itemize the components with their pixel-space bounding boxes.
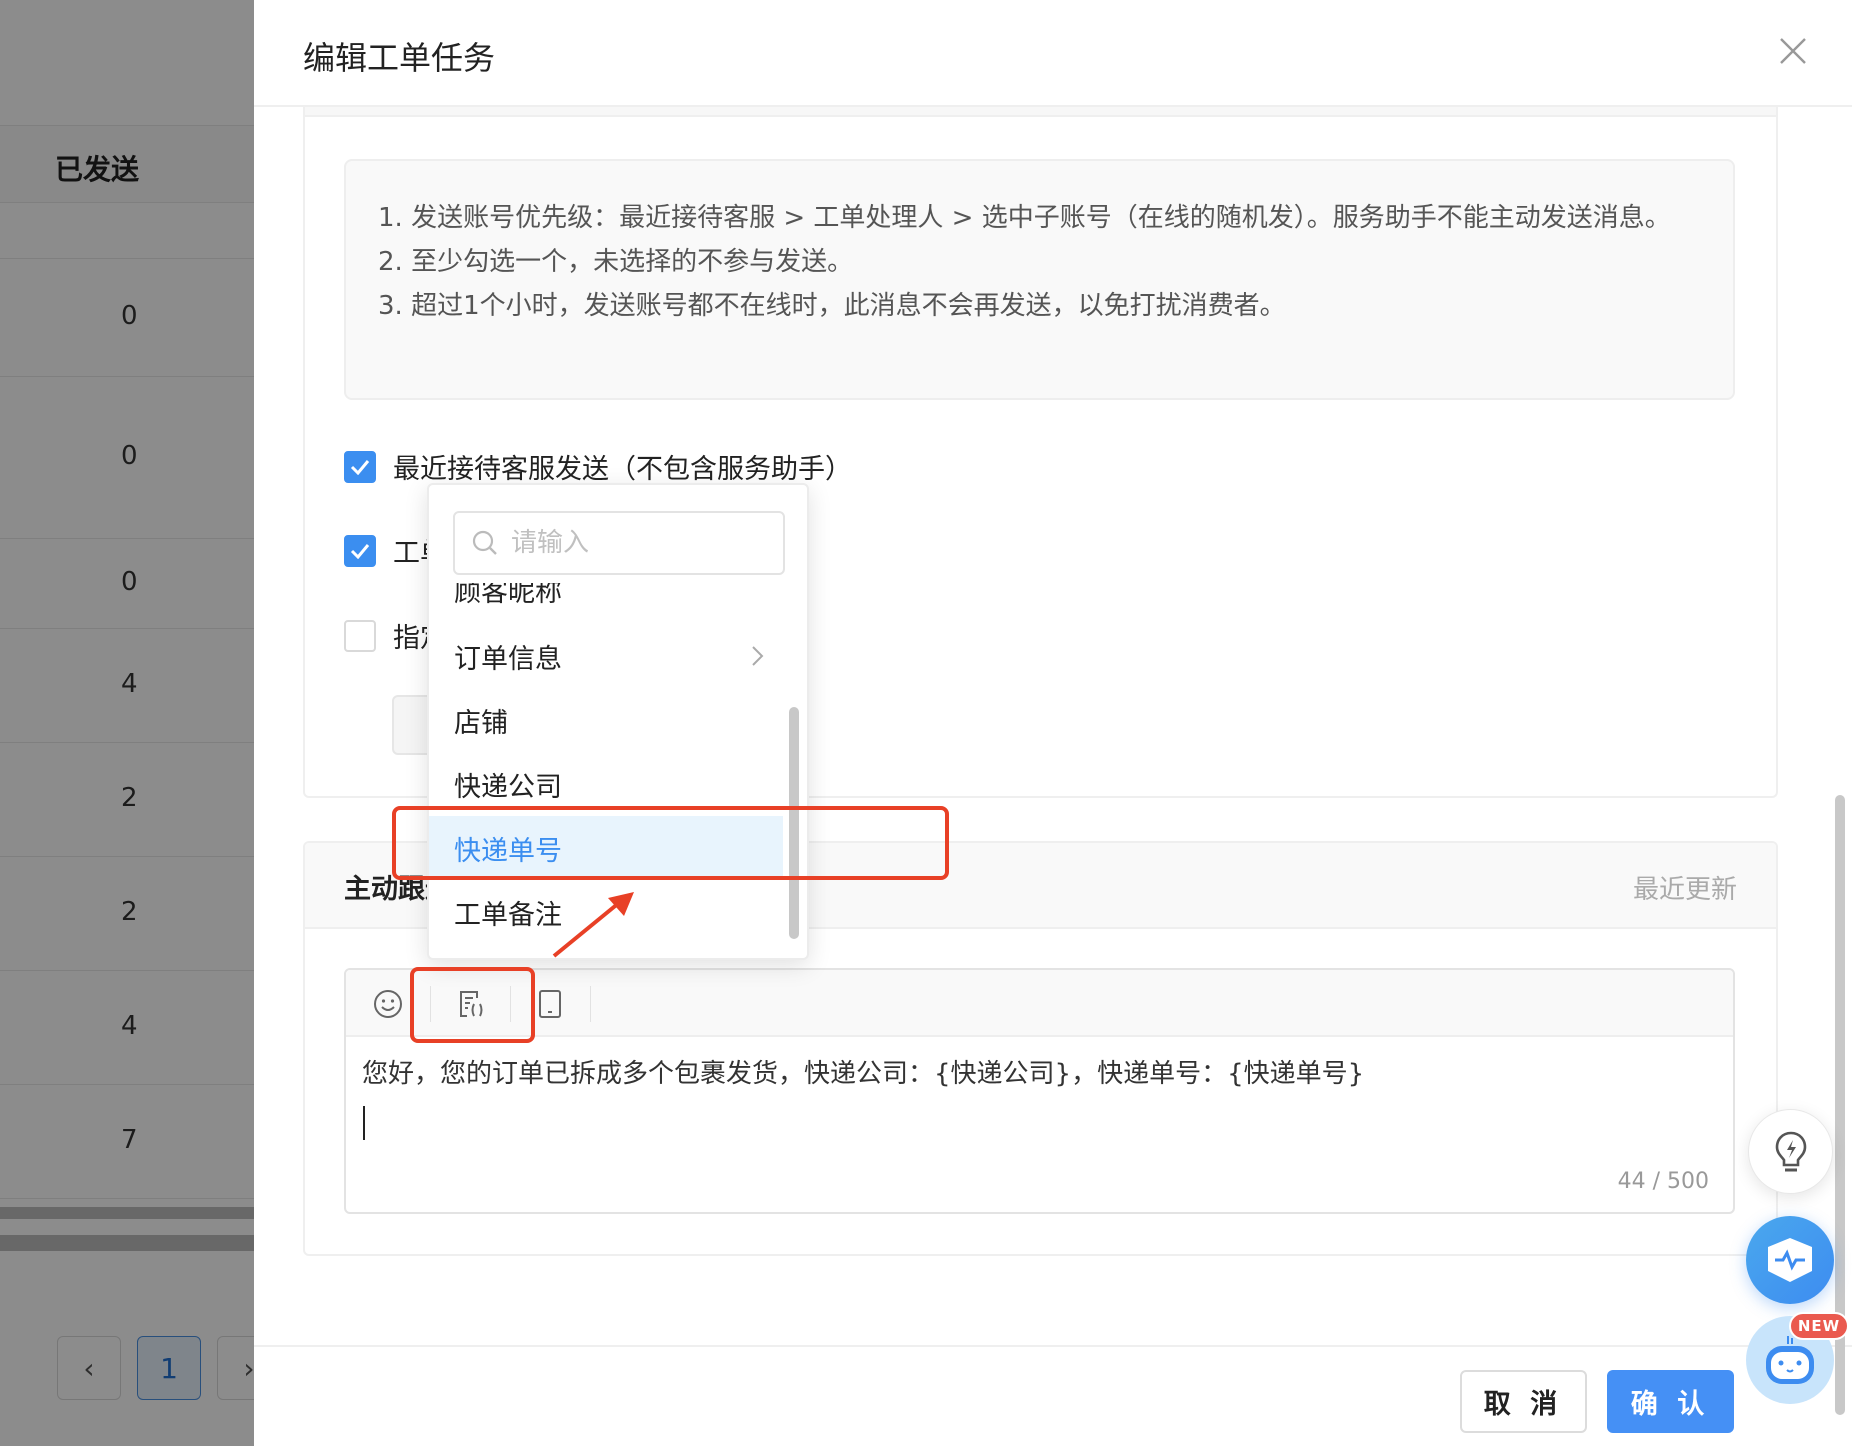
item-label: 店铺 [454,707,508,739]
variable-dropdown: 顾客昵称 订单信息 店铺 快递公司 快递单号 工单备注 [427,483,809,960]
checkbox[interactable] [344,450,376,483]
chevron-right-icon [752,646,764,666]
recent-update-link[interactable]: 最近更新 [1633,869,1737,906]
lightbulb-icon [1775,1131,1806,1171]
pulse-shield-icon [1768,1238,1812,1282]
checkbox[interactable] [344,534,376,567]
item-label: 订单信息 [454,643,562,675]
drawer-title: 编辑工单任务 [303,39,496,77]
check-icon [350,459,370,475]
close-button[interactable] [1778,36,1808,66]
modal-mask[interactable] [0,0,254,1446]
editor-content[interactable]: 您好，您的订单已拆成多个包裹发货，快递公司：{快递公司}，快递单号：{快递单号} [362,1052,1364,1096]
new-badge: NEW [1789,1312,1849,1340]
variable-search-input[interactable] [511,528,771,558]
text-caret [363,1106,365,1140]
message-editor[interactable]: 您好，您的订单已拆成多个包裹发货，快递公司：{快递公司}，快递单号：{快递单号}… [344,968,1735,1214]
close-icon [1780,38,1806,64]
editor-toolbar [346,970,1733,1037]
variable-item-order-info[interactable]: 订单信息 [429,624,783,688]
drawer-header: 编辑工单任务 [254,0,1852,107]
annotation-arrow-icon [552,892,634,958]
checkbox-label: 最近接待客服发送（不包含服务助手） [393,454,852,485]
notice-line-3: 3. 超过1个小时，发送账号都不在线时，此消息不会再发送，以免打扰消费者。 [378,291,1286,321]
item-label: 顾客昵称 [454,583,562,608]
check-icon [350,543,370,559]
emoji-icon [374,990,402,1018]
item-label: 快递公司 [454,771,562,803]
checkbox-recent-agent[interactable]: 最近接待客服发送（不包含服务助手） [344,447,852,486]
char-counter: 44 / 500 [1617,1169,1709,1194]
toolbar-divider [590,986,591,1022]
health-monitor-button[interactable] [1746,1216,1834,1304]
tips-button[interactable] [1748,1109,1833,1194]
drawer-footer: 取 消 确 认 [254,1345,1852,1446]
variable-item-shop[interactable]: 店铺 [429,688,783,752]
annotation-highlight-item [392,806,949,880]
cancel-button[interactable]: 取 消 [1460,1370,1587,1433]
notice-line-1: 1. 发送账号优先级：最近接待客服 > 工单处理人 > 选中子账号（在线的随机发… [378,203,1671,233]
variable-item-customer-nickname[interactable]: 顾客昵称 [429,583,783,621]
item-label: 工单备注 [454,899,562,931]
annotation-highlight-button [410,967,535,1043]
confirm-button[interactable]: 确 认 [1607,1370,1734,1433]
emoji-button[interactable] [366,982,410,1026]
checkbox[interactable] [344,619,376,652]
notice-line-2: 2. 至少勾选一个，未选择的不参与发送。 [378,247,854,277]
order-card-icon [539,990,561,1018]
variable-search[interactable] [453,511,785,575]
search-icon [472,530,497,555]
robot-icon [1766,1336,1814,1384]
notice-box: 1. 发送账号优先级：最近接待客服 > 工单处理人 > 选中子账号（在线的随机发… [344,159,1735,400]
